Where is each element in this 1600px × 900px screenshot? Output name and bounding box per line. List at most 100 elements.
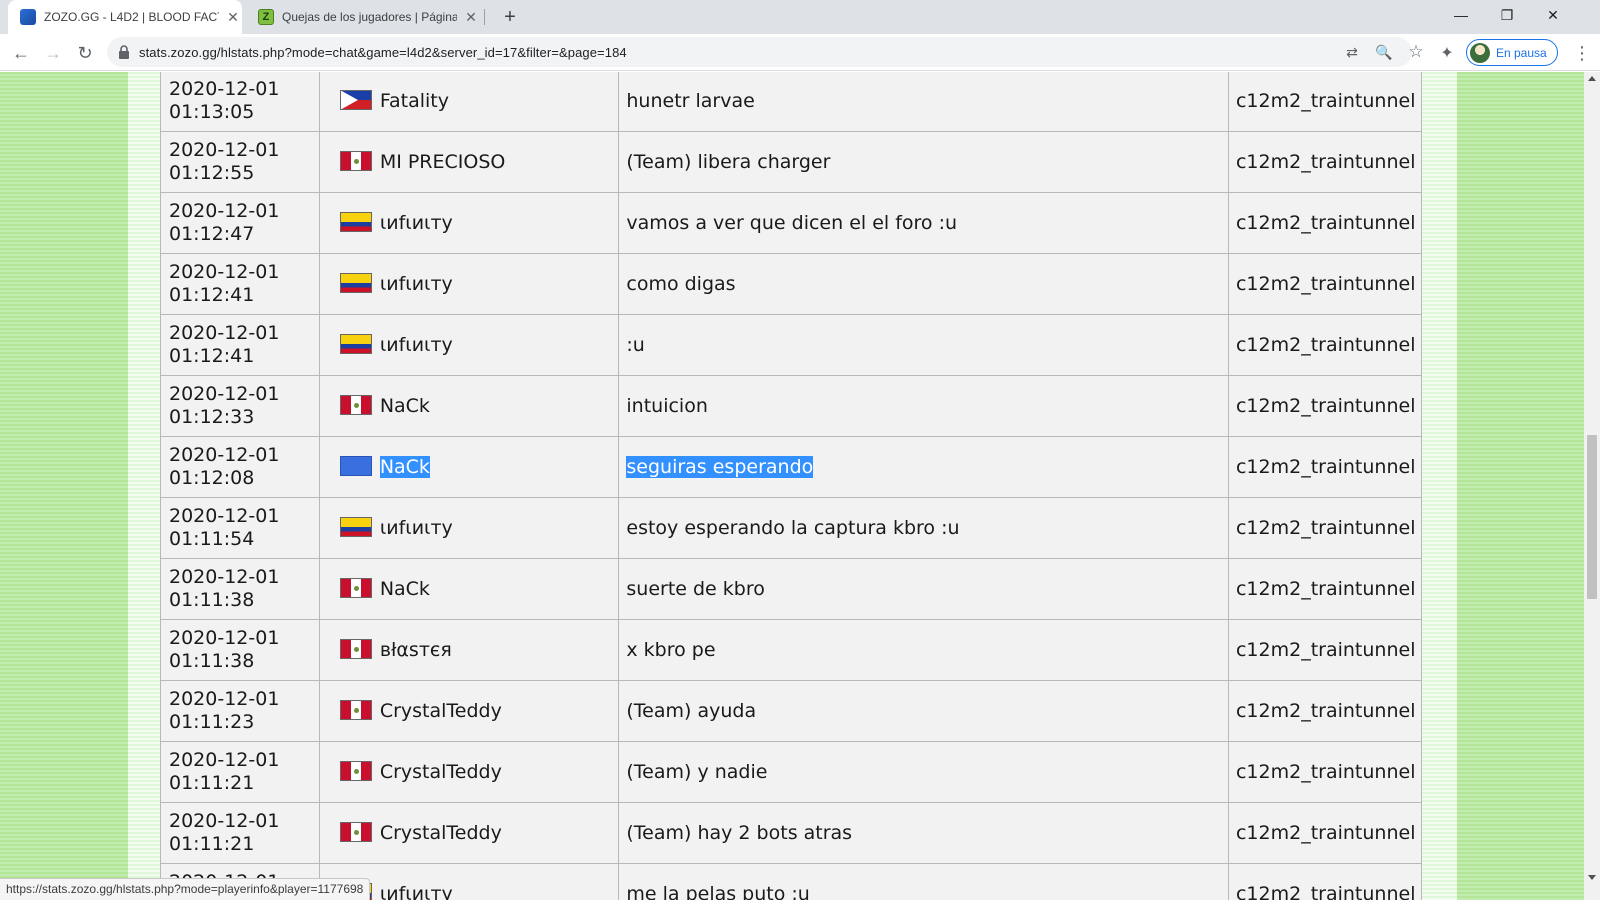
- bookmark-star-icon[interactable]: ☆: [1405, 41, 1427, 63]
- profile-button[interactable]: En pausa: [1466, 39, 1558, 66]
- scrollbar-thumb[interactable]: [1587, 435, 1597, 599]
- country-flag-icon: [339, 517, 372, 537]
- player-name-link[interactable]: NaCk: [379, 456, 430, 478]
- country-flag-icon: [339, 395, 372, 415]
- table-row: 2020-12-01 01:11:38 NaCk suerte de kbro c12m…: [160, 558, 1423, 620]
- country-flag-icon: [339, 273, 372, 293]
- message-text: (Team) ayuda: [626, 700, 757, 722]
- player-name-link[interactable]: ιиfιиιтy: [380, 212, 453, 234]
- player-name-link[interactable]: NaCk: [380, 395, 430, 417]
- cell-player: вłαѕтєя: [318, 619, 620, 681]
- close-tab-icon[interactable]: ✕: [225, 9, 241, 25]
- cell-date: 2020-12-01 01:12:47: [160, 192, 320, 254]
- country-flag-icon: [339, 761, 372, 781]
- url-text[interactable]: stats.zozo.gg/hlstats.php?mode=chat&game…: [139, 45, 627, 60]
- row-date: 2020-12-01: [169, 444, 280, 466]
- cell-message: x kbro pe: [618, 619, 1229, 681]
- table-row: 2020-12-01 01:11:38 вłαѕтєя x kbro pe c12m2_…: [160, 619, 1423, 681]
- table-row: 2020-12-01 01:11:23 CrystalTeddy (Team) ayu…: [160, 680, 1423, 742]
- cell-map: c12m2_traintunnel: [1227, 131, 1423, 193]
- cell-date: 2020-12-01 01:12:41: [160, 314, 320, 376]
- map-name: c12m2_traintunnel: [1235, 639, 1416, 661]
- cell-player: Fatality: [318, 72, 620, 132]
- scroll-up-icon[interactable]: [1588, 76, 1596, 81]
- restore-icon[interactable]: ❐: [1484, 0, 1530, 30]
- cell-map: c12m2_traintunnel: [1227, 680, 1423, 742]
- cell-date: 2020-12-01 01:12:33: [160, 375, 320, 437]
- map-name: c12m2_traintunnel: [1235, 578, 1416, 600]
- back-icon[interactable]: ←: [7, 39, 35, 67]
- map-name: c12m2_traintunnel: [1235, 517, 1416, 539]
- forward-icon[interactable]: →: [39, 39, 67, 67]
- close-tab-icon[interactable]: ✕: [463, 9, 479, 25]
- row-date: 2020-12-01: [169, 322, 280, 344]
- player-name-link[interactable]: ιиfιиιтy: [380, 334, 453, 356]
- cell-date: 2020-12-01 01:12:41: [160, 253, 320, 315]
- cell-message: (Team) y nadie: [618, 741, 1229, 803]
- message-text: :u: [626, 334, 645, 356]
- cell-map: c12m2_traintunnel: [1227, 375, 1423, 437]
- player-name-link[interactable]: Fatality: [380, 90, 449, 112]
- menu-icon[interactable]: ⋮: [1572, 43, 1592, 63]
- cell-player: NaCk: [318, 436, 620, 498]
- row-date: 2020-12-01: [169, 810, 280, 832]
- address-bar[interactable]: stats.zozo.gg/hlstats.php?mode=chat&game…: [107, 37, 1424, 67]
- tab-zozo[interactable]: ZOZO.GG - L4D2 | BLOOD FACTORY ✕: [8, 0, 242, 34]
- cell-message: (Team) ayuda: [618, 680, 1229, 742]
- zozo-favicon-icon: [20, 9, 36, 25]
- tab-forum[interactable]: Z Quejas de los jugadores | Página ✕: [246, 0, 480, 34]
- cell-map: c12m2_traintunnel: [1227, 192, 1423, 254]
- reload-icon[interactable]: ↻: [71, 39, 99, 67]
- row-date: 2020-12-01: [169, 383, 280, 405]
- scroll-down-icon[interactable]: [1588, 875, 1596, 880]
- player-name-link[interactable]: ιиfιиιтy: [380, 273, 453, 295]
- message-text: (Team) libera charger: [626, 151, 831, 173]
- cell-date: 2020-12-01 01:11:21: [160, 802, 320, 864]
- cell-message: (Team) hay 2 bots atras: [618, 802, 1229, 864]
- row-time: 01:12:41: [169, 345, 255, 367]
- map-name: c12m2_traintunnel: [1235, 90, 1416, 112]
- map-name: c12m2_traintunnel: [1235, 700, 1416, 722]
- player-name-link[interactable]: вłαѕтєя: [380, 639, 452, 661]
- row-time: 01:12:55: [169, 162, 255, 184]
- map-name: c12m2_traintunnel: [1235, 395, 1416, 417]
- row-time: 01:12:08: [169, 467, 255, 489]
- player-name-link[interactable]: ιиfιиιтy: [380, 883, 453, 900]
- cell-date: 2020-12-01 01:11:38: [160, 558, 320, 620]
- new-tab-icon[interactable]: +: [498, 5, 522, 29]
- tab-title: Quejas de los jugadores | Página: [282, 10, 457, 24]
- map-name: c12m2_traintunnel: [1235, 456, 1416, 478]
- cell-player: CrystalTeddy: [318, 741, 620, 803]
- row-time: 01:11:54: [169, 528, 255, 550]
- lock-icon: [119, 45, 129, 59]
- cell-map: c12m2_traintunnel: [1227, 741, 1423, 803]
- player-name-link[interactable]: CrystalTeddy: [380, 822, 502, 844]
- player-name-link[interactable]: MI PRECIOSO: [380, 151, 506, 173]
- row-time: 01:13:05: [169, 101, 255, 123]
- player-name-link[interactable]: CrystalTeddy: [380, 700, 502, 722]
- translate-icon[interactable]: ⇄: [1341, 41, 1363, 63]
- message-text: vamos a ver que dicen el el foro :u: [626, 212, 958, 234]
- cell-message: vamos a ver que dicen el el foro :u: [618, 192, 1229, 254]
- cell-player: MI PRECIOSO: [318, 131, 620, 193]
- map-name: c12m2_traintunnel: [1235, 883, 1416, 900]
- player-name-link[interactable]: NaCk: [380, 578, 430, 600]
- tab-separator: [484, 9, 485, 25]
- table-row: 2020-12-01 01:11:21 CrystalTeddy (Team) hay…: [160, 802, 1423, 864]
- tab-strip: ZOZO.GG - L4D2 | BLOOD FACTORY ✕ Z Queja…: [0, 0, 1600, 34]
- table-row: 2020-12-01 01:12:08 NaCk seguiras esperando…: [160, 436, 1423, 498]
- map-name: c12m2_traintunnel: [1235, 151, 1416, 173]
- minimize-icon[interactable]: —: [1438, 0, 1484, 30]
- country-flag-icon: [339, 212, 372, 232]
- close-window-icon[interactable]: ✕: [1530, 0, 1576, 30]
- table-row: 2020-12-01 01:11:21 CrystalTeddy (Team) y n…: [160, 741, 1423, 803]
- row-time: 01:12:33: [169, 406, 255, 428]
- player-name-link[interactable]: CrystalTeddy: [380, 761, 502, 783]
- player-name-link[interactable]: ιиfιиιтy: [380, 517, 453, 539]
- cell-map: c12m2_traintunnel: [1227, 72, 1423, 132]
- extensions-icon[interactable]: ✦: [1438, 44, 1456, 62]
- vertical-scrollbar[interactable]: [1584, 72, 1600, 900]
- cell-player: NaCk: [318, 558, 620, 620]
- zoom-icon[interactable]: 🔍: [1373, 41, 1395, 63]
- row-date: 2020-12-01: [169, 78, 280, 100]
